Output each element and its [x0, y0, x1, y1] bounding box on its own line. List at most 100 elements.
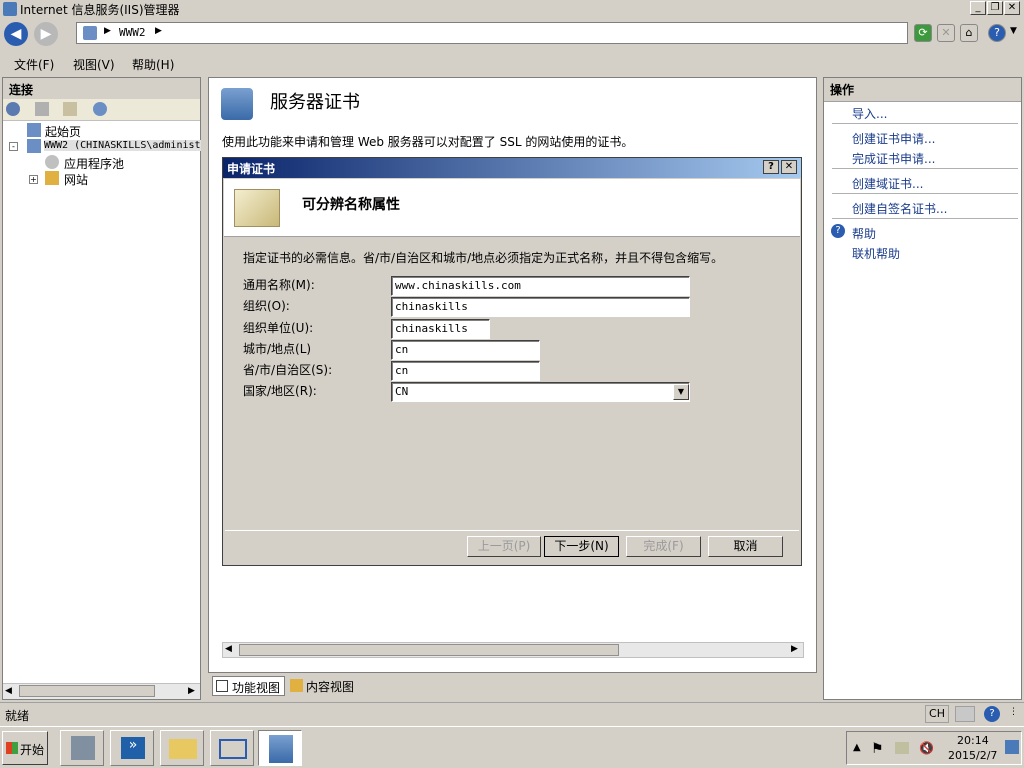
- action-online-help[interactable]: 联机帮助: [852, 245, 900, 262]
- forward-button[interactable]: ▶: [34, 22, 58, 46]
- org-unit-label: 组织单位(U):: [243, 321, 314, 335]
- action-import[interactable]: 导入...: [852, 105, 887, 122]
- clock-time[interactable]: 20:14: [957, 734, 989, 747]
- iis-icon: [269, 735, 293, 763]
- volume-muted-icon[interactable]: 🔇: [919, 741, 934, 755]
- taskbar: 开始 » ▲ ⚑ 🔇 20:14 2015/2/7: [0, 726, 1024, 768]
- cancel-button[interactable]: 取消: [708, 536, 783, 557]
- tree-item-sites[interactable]: 网站: [64, 171, 88, 188]
- remove-connection-icon[interactable]: [93, 102, 107, 116]
- connections-toolbar: [3, 99, 200, 121]
- help-circle-icon: ?: [831, 224, 845, 238]
- connect-icon[interactable]: [6, 102, 20, 116]
- system-tray: ▲ ⚑ 🔇 20:14 2015/2/7: [846, 731, 1022, 765]
- dialog-help-button[interactable]: ?: [763, 160, 779, 174]
- status-bar: 就绪 CH ? ⋮: [0, 702, 1024, 726]
- scroll-thumb[interactable]: [19, 685, 155, 697]
- city-label: 城市/地点(L): [243, 342, 312, 356]
- country-dropdown-icon[interactable]: ▼: [673, 384, 689, 400]
- tree-item-app-pools[interactable]: 应用程序池: [64, 155, 124, 172]
- ime-options-icon[interactable]: ⋮: [1009, 707, 1018, 717]
- next-button[interactable]: 下一步(N): [544, 536, 619, 557]
- action-create-self-signed-cert[interactable]: 创建自签名证书...: [852, 200, 947, 217]
- home-icon[interactable]: ⌂: [960, 24, 978, 42]
- action-complete-cert-request[interactable]: 完成证书申请...: [852, 150, 935, 167]
- actions-header: 操作: [824, 78, 1021, 102]
- country-label: 国家/地区(R):: [243, 384, 317, 398]
- organization-field[interactable]: chinaskills: [391, 297, 690, 317]
- show-desktop-icon[interactable]: [1005, 740, 1019, 754]
- center-hscrollbar[interactable]: ◀ ▶: [222, 642, 804, 658]
- app-task-icon[interactable]: [210, 730, 254, 766]
- explorer-task-icon[interactable]: [160, 730, 204, 766]
- action-create-domain-cert[interactable]: 创建域证书...: [852, 175, 923, 192]
- minimize-button[interactable]: _: [970, 1, 986, 15]
- window-title: Internet 信息服务(IIS)管理器: [20, 3, 180, 17]
- scroll-thumb[interactable]: [239, 644, 619, 656]
- server-certificate-icon: [221, 88, 253, 120]
- tab-features-view[interactable]: 功能视图: [212, 676, 285, 696]
- window-title-bar: Internet 信息服务(IIS)管理器 _ ❐ ✕: [0, 0, 1024, 18]
- action-help[interactable]: 帮助: [852, 225, 876, 242]
- keyboard-icon[interactable]: [955, 706, 975, 722]
- server-manager-task-icon[interactable]: [60, 730, 104, 766]
- window-app-icon: [219, 739, 247, 759]
- breadcrumb-separator-1: ▶: [104, 26, 111, 36]
- help-icon[interactable]: ?: [988, 24, 1006, 42]
- iis-manager-task-icon[interactable]: [258, 730, 302, 766]
- city-field[interactable]: cn: [391, 340, 540, 360]
- organization-label: 组织(O):: [243, 299, 290, 313]
- page-title: 服务器证书: [270, 92, 360, 113]
- language-indicator[interactable]: CH: [925, 705, 949, 723]
- dialog-button-separator: [225, 530, 799, 531]
- finish-button[interactable]: 完成(F): [626, 536, 701, 557]
- features-view-icon: [216, 680, 228, 692]
- connections-panel: 连接 起始页 - WWW2 (CHINASKILLS\administ 应用程序…: [2, 77, 201, 700]
- collapse-icon[interactable]: -: [9, 142, 18, 151]
- tree-item-start-page[interactable]: 起始页: [45, 123, 81, 140]
- country-select[interactable]: CN: [391, 382, 690, 402]
- breadcrumb-www2[interactable]: WWW2: [119, 26, 146, 39]
- address-box[interactable]: ▶ WWW2 ▶: [76, 22, 908, 44]
- app-pool-icon: [45, 155, 59, 169]
- ime-help-icon[interactable]: ?: [984, 706, 1000, 722]
- save-icon[interactable]: [35, 102, 49, 116]
- dialog-close-button[interactable]: ✕: [781, 160, 797, 174]
- tree-item-server[interactable]: WWW2 (CHINASKILLS\administ: [44, 140, 201, 151]
- start-label: 开始: [20, 743, 45, 757]
- common-name-field[interactable]: www.chinaskills.com: [391, 276, 690, 296]
- sites-icon: [45, 171, 59, 185]
- dialog-title: 申请证书: [227, 162, 276, 176]
- menu-view[interactable]: 视图(V): [73, 56, 115, 73]
- org-unit-field[interactable]: chinaskills: [391, 319, 490, 339]
- refresh-icon[interactable]: ⟳: [914, 24, 932, 42]
- back-button[interactable]: ◀: [4, 22, 28, 46]
- tab-content-view[interactable]: 内容视图: [288, 676, 358, 696]
- menu-file[interactable]: 文件(F): [14, 56, 54, 73]
- restore-button[interactable]: ❐: [987, 1, 1003, 15]
- clock-date[interactable]: 2015/2/7: [948, 749, 997, 762]
- expand-icon[interactable]: +: [29, 175, 38, 184]
- help-dropdown-icon[interactable]: ▼: [1010, 26, 1017, 36]
- powershell-task-icon[interactable]: »: [110, 730, 154, 766]
- page-description: 使用此功能来申请和管理 Web 服务器可以对配置了 SSL 的网站使用的证书。: [222, 135, 634, 149]
- state-field[interactable]: cn: [391, 361, 540, 381]
- up-icon[interactable]: [63, 102, 77, 116]
- actions-separator-2: [832, 168, 1018, 169]
- windows-logo-icon: [6, 742, 18, 754]
- previous-button[interactable]: 上一页(P): [467, 536, 541, 557]
- show-hidden-icons-icon[interactable]: ▲: [853, 742, 861, 753]
- scroll-right-icon: ▶: [791, 644, 798, 654]
- tab-content-label: 内容视图: [306, 680, 355, 694]
- menu-help[interactable]: 帮助(H): [132, 56, 174, 73]
- start-button[interactable]: 开始: [2, 731, 48, 765]
- stop-icon[interactable]: ✕: [937, 24, 955, 42]
- connections-hscrollbar[interactable]: ◀ ▶: [3, 683, 200, 699]
- close-button[interactable]: ✕: [1004, 1, 1020, 15]
- action-create-cert-request[interactable]: 创建证书申请...: [852, 130, 935, 147]
- flag-icon[interactable]: ⚑: [871, 741, 884, 757]
- actions-separator-1: [832, 123, 1018, 124]
- dialog-header-title: 可分辨名称属性: [302, 197, 400, 213]
- scroll-left-icon: ◀: [5, 686, 12, 696]
- network-icon[interactable]: [895, 742, 909, 754]
